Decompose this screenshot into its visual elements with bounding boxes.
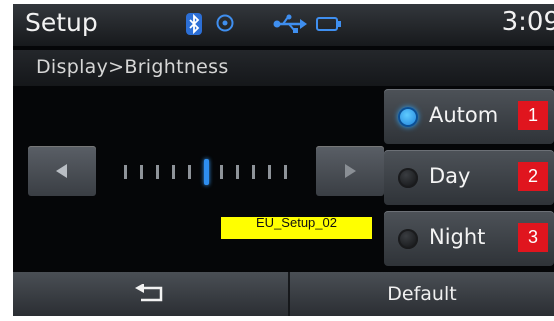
clock: 3:09 [501, 7, 554, 37]
radio-icon [398, 229, 418, 249]
brightness-tick [236, 165, 239, 179]
brightness-level-marker [204, 159, 209, 185]
brightness-tick [268, 165, 271, 179]
brightness-tick [220, 165, 223, 179]
option-automatic[interactable]: Autom 1 [384, 89, 554, 144]
radio-icon [398, 107, 418, 127]
option-label: Night [429, 225, 486, 249]
callout-badge: 2 [518, 162, 548, 191]
brightness-increase-button[interactable] [316, 146, 384, 196]
option-label: Autom [429, 103, 499, 127]
usb-icon [273, 13, 307, 35]
option-night[interactable]: Night 3 [384, 211, 554, 266]
arrow-right-icon [345, 164, 356, 178]
brightness-tick [172, 165, 175, 179]
head-unit-display: Setup 3:09 Display>Brightness Autom 1 Da… [13, 4, 554, 316]
callout-badge: 1 [518, 101, 548, 130]
option-day[interactable]: Day 2 [384, 150, 554, 205]
breadcrumb-bar: Display>Brightness [13, 50, 554, 86]
figure-label: EU_Setup_02 [221, 217, 372, 239]
default-button[interactable]: Default [290, 272, 554, 316]
callout-badge: 3 [518, 223, 548, 252]
brightness-tick [156, 165, 159, 179]
screen: Setup 3:09 Display>Brightness Autom 1 Da… [0, 0, 554, 321]
bottom-bar: Default [13, 272, 554, 316]
brightness-tick [124, 165, 127, 179]
battery-icon [315, 13, 345, 35]
brightness-tick [252, 165, 255, 179]
bluetooth-icon [186, 13, 202, 35]
disc-icon [216, 14, 234, 32]
brightness-tick [140, 165, 143, 179]
radio-icon [398, 168, 418, 188]
arrow-left-icon [56, 164, 67, 178]
back-icon [135, 284, 163, 302]
brightness-tick [188, 165, 191, 179]
brightness-tick [284, 165, 287, 179]
status-bar: Setup 3:09 [13, 4, 554, 46]
breadcrumb: Display>Brightness [36, 56, 229, 78]
brightness-level-track[interactable] [120, 159, 310, 185]
back-button[interactable] [13, 272, 288, 316]
option-label: Day [429, 164, 471, 188]
figure-label-text: EU_Setup_02 [256, 217, 337, 230]
brightness-decrease-button[interactable] [28, 146, 96, 196]
brightness-slider[interactable] [28, 146, 384, 198]
screen-title: Setup [25, 8, 98, 37]
